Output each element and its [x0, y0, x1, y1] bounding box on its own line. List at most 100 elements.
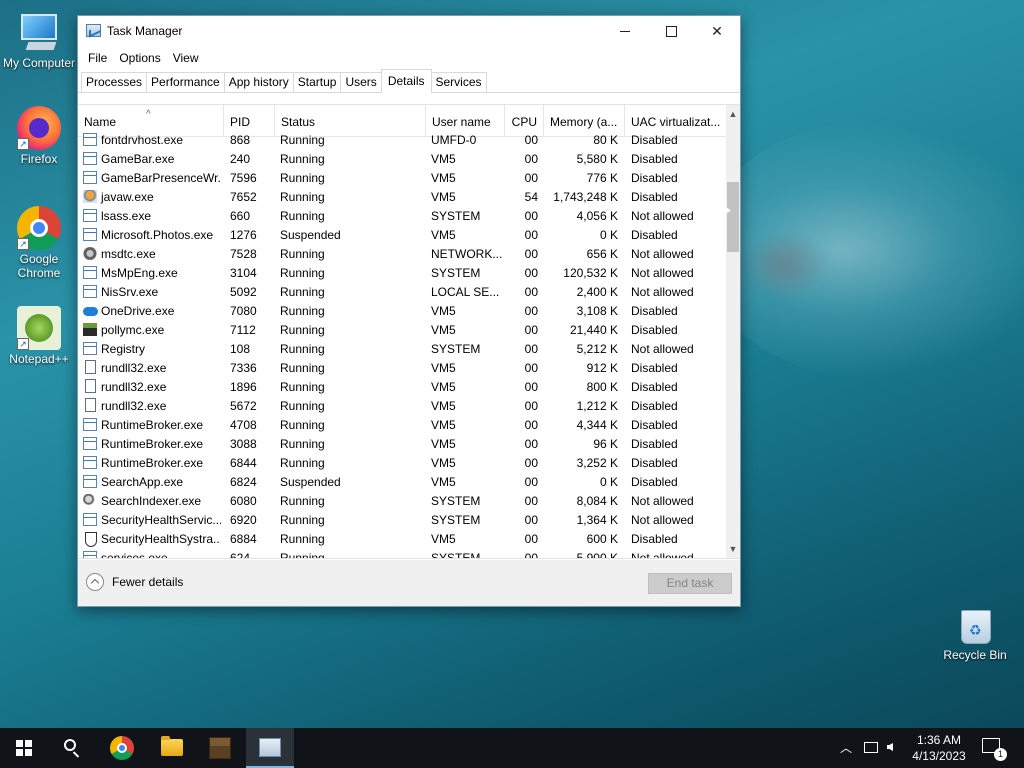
memory-cell: 2,400 K [576, 285, 618, 299]
table-row[interactable]: services.exe 624 Running SYSTEM 00 5,900 K Not… [78, 549, 726, 559]
table-row[interactable]: RuntimeBroker.exe 6844 Running VM5 00 3,252 K… [78, 454, 726, 473]
table-row[interactable]: SecurityHealthServic... 6920 Running SYSTEM… [78, 511, 726, 530]
menu-view[interactable]: View [167, 51, 205, 65]
status-cell: Running [280, 399, 325, 413]
cpu-cell: 00 [524, 494, 538, 508]
pid-cell: 5672 [230, 399, 257, 413]
table-row[interactable]: lsass.exe 660 Running SYSTEM 00 4,056 K Not al… [78, 207, 726, 226]
minimize-button[interactable] [602, 16, 648, 47]
table-row[interactable]: pollymc.exe 7112 Running VM5 00 21,440 K Disab… [78, 321, 726, 340]
status-cell: Running [280, 323, 325, 337]
table-row[interactable]: GameBarPresenceWr... 7596 Running VM5 00 776 … [78, 169, 726, 188]
table-row[interactable]: Microsoft.Photos.exe 1276 Suspended VM5 00 0 … [78, 226, 726, 245]
vertical-scrollbar[interactable]: ▲ ▼ [726, 105, 740, 558]
clock[interactable]: 1:36 AM 4/13/2023 [906, 732, 972, 764]
cpu-cell: 00 [524, 133, 538, 147]
fewer-details-button[interactable]: Fewer details [86, 573, 183, 591]
process-name-cell: RuntimeBroker.exe [83, 435, 221, 454]
table-row[interactable]: Registry 108 Running SYSTEM 00 5,212 K Not all… [78, 340, 726, 359]
close-button[interactable]: ✕ [694, 16, 740, 47]
desktop-icon-notepad-plus-plus[interactable]: ↗ Notepad++ [1, 306, 77, 366]
folder-icon [161, 736, 183, 756]
memory-cell: 656 K [586, 247, 618, 261]
table-row[interactable]: GameBar.exe 240 Running VM5 00 5,580 K Disable… [78, 150, 726, 169]
window-icon [83, 171, 97, 184]
title-bar[interactable]: Task Manager ✕ [78, 16, 740, 47]
status-cell: Running [280, 532, 325, 546]
table-row[interactable]: MsMpEng.exe 3104 Running SYSTEM 00 120,532 K N… [78, 264, 726, 283]
desktop-icon-my-computer[interactable]: My Computer [1, 10, 77, 70]
cpu-cell: 00 [524, 342, 538, 356]
shield-icon [83, 532, 97, 547]
firefox-icon: ↗ [17, 106, 61, 150]
status-cell: Running [280, 190, 325, 204]
memory-cell: 1,364 K [576, 513, 618, 527]
minecraft-icon [83, 323, 97, 336]
table-row[interactable]: RuntimeBroker.exe 4708 Running VM5 00 4,344 K… [78, 416, 726, 435]
taskbar-chrome[interactable] [98, 728, 146, 768]
desktop-icon-google-chrome[interactable]: ↗ Google Chrome [1, 206, 77, 280]
pid-cell: 108 [230, 342, 251, 356]
tab-performance[interactable]: Performance [146, 72, 225, 92]
pid-cell: 6920 [230, 513, 257, 527]
clock-date: 4/13/2023 [912, 749, 966, 763]
table-row[interactable]: rundll32.exe 5672 Running VM5 00 1,212 K Disab… [78, 397, 726, 416]
status-cell: Running [280, 133, 325, 147]
pid-cell: 6844 [230, 456, 257, 470]
network-icon[interactable] [862, 728, 880, 768]
menu-options[interactable]: Options [113, 51, 166, 65]
status-cell: Running [280, 551, 325, 559]
scroll-up-arrow-icon[interactable]: ▲ [726, 107, 740, 121]
taskbar: ︿ 1:36 AM 4/13/2023 1 [0, 728, 1024, 768]
taskbar-file-explorer[interactable] [148, 728, 196, 768]
msdtc-icon [83, 247, 97, 260]
desktop-icon-label: Recycle Bin [943, 648, 1007, 662]
window-icon [83, 228, 97, 241]
user-name-cell: SYSTEM [431, 342, 481, 356]
tab-app-history[interactable]: App history [223, 72, 294, 92]
search-button[interactable] [48, 728, 96, 768]
start-button[interactable] [0, 728, 48, 768]
user-name-cell: NETWORK... [431, 247, 503, 261]
uac-virtualization-cell: Not allowed [631, 209, 694, 223]
process-name-cell: OneDrive.exe [83, 302, 221, 321]
memory-cell: 800 K [586, 380, 618, 394]
tab-processes[interactable]: Processes [81, 72, 148, 92]
table-row[interactable]: OneDrive.exe 7080 Running VM5 00 3,108 K Disab… [78, 302, 726, 321]
menu-file[interactable]: File [82, 51, 113, 65]
user-name-cell: SYSTEM [431, 209, 481, 223]
volume-icon[interactable] [884, 728, 902, 768]
tab-details[interactable]: Details [380, 69, 432, 93]
tab-services[interactable]: Services [430, 72, 487, 92]
desktop-icon-label: Notepad++ [9, 352, 69, 366]
table-row[interactable]: SearchApp.exe 6824 Suspended VM5 00 0 K Disabl… [78, 473, 726, 492]
end-task-button[interactable]: End task [648, 573, 732, 594]
cpu-cell: 00 [524, 285, 538, 299]
memory-cell: 600 K [586, 532, 618, 546]
table-row[interactable]: RuntimeBroker.exe 3088 Running VM5 00 96 K Dis… [78, 435, 726, 454]
user-name-cell: VM5 [431, 399, 456, 413]
table-row[interactable]: fontdrvhost.exe 868 Running UMFD-0 00 80 K Dis… [78, 131, 726, 150]
maximize-button[interactable] [648, 16, 694, 47]
table-row[interactable]: SearchIndexer.exe 6080 Running SYSTEM 00 8,08… [78, 492, 726, 511]
desktop-icon-firefox[interactable]: ↗ Firefox [1, 106, 77, 166]
table-row[interactable]: msdtc.exe 7528 Running NETWORK... 00 656 K Not… [78, 245, 726, 264]
tab-startup[interactable]: Startup [292, 72, 342, 92]
tab-users[interactable]: Users [340, 72, 382, 92]
scrollbar-thumb[interactable] [727, 182, 739, 252]
user-name-cell: VM5 [431, 228, 456, 242]
process-name-cell: GameBar.exe [83, 150, 221, 169]
taskbar-task-manager[interactable] [246, 728, 294, 768]
taskbar-minecraft[interactable] [196, 728, 244, 768]
status-cell: Running [280, 418, 325, 432]
desktop-icon-recycle-bin[interactable]: ♻ Recycle Bin [937, 602, 1013, 662]
table-row[interactable]: rundll32.exe 7336 Running VM5 00 912 K Disable… [78, 359, 726, 378]
table-row[interactable]: javaw.exe 7652 Running VM5 54 1,743,248 K Disa… [78, 188, 726, 207]
show-hidden-icons-button[interactable]: ︿ [838, 728, 854, 768]
memory-cell: 4,056 K [576, 209, 618, 223]
scroll-down-arrow-icon[interactable]: ▼ [726, 542, 740, 556]
table-row[interactable]: rundll32.exe 1896 Running VM5 00 800 K Disable… [78, 378, 726, 397]
pid-cell: 660 [230, 209, 251, 223]
table-row[interactable]: NisSrv.exe 5092 Running LOCAL SE... 00 2,400 … [78, 283, 726, 302]
table-row[interactable]: SecurityHealthSystra... 6884 Running VM5 00 6… [78, 530, 726, 549]
